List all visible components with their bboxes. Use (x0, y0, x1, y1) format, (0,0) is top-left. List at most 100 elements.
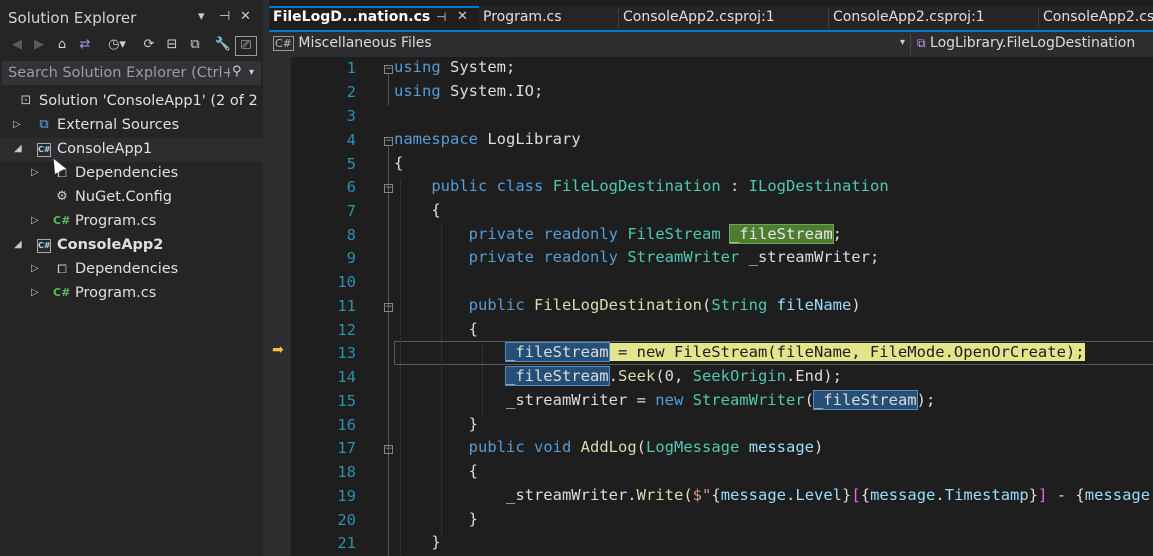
tree-item-consoleapp1[interactable]: ◢ C# ConsoleApp1 (0, 138, 263, 162)
line-number: 9 (346, 249, 356, 267)
tree-item-external-sources[interactable]: ▷ ⧉ External Sources (0, 114, 263, 138)
collapse-arrow-icon[interactable]: ◢ (14, 143, 22, 154)
forward-icon[interactable]: ▶ (30, 36, 48, 54)
search-icon[interactable]: ⚲ (232, 64, 242, 79)
indicator-margin[interactable] (269, 57, 291, 556)
line-number: 13 (337, 344, 356, 362)
code-line[interactable]: _streamWriter = new StreamWriter(_fileSt… (394, 390, 935, 410)
tab-filelogdestination[interactable]: FileLogD...nation.cs ⊣ ✕ (269, 6, 479, 30)
expand-arrow-icon[interactable]: ▷ (31, 215, 39, 226)
tab-label: ConsoleApp2.csproj:1 (833, 9, 985, 25)
csharp-project-icon: C# (37, 143, 51, 157)
chevron-down-icon[interactable]: ▾ (900, 37, 905, 48)
code-line[interactable]: { (394, 320, 478, 338)
expand-arrow-icon[interactable]: ▷ (31, 287, 39, 298)
tab-program-cs[interactable]: Program.cs (479, 6, 619, 30)
tree-item-label: Program.cs (75, 285, 157, 301)
line-number: 21 (337, 534, 356, 552)
collapse-all-icon[interactable]: ⊟ (163, 36, 181, 54)
tab-consoleapp2-csproj-2[interactable]: ConsoleApp2.csproj:1 (829, 6, 1039, 30)
code-line[interactable]: public class FileLogDestination : ILogDe… (394, 177, 888, 195)
code-line[interactable]: { (394, 154, 403, 172)
properties-wrench-icon[interactable]: 🔧 (214, 36, 232, 54)
collapse-outline-icon[interactable]: − (384, 137, 393, 146)
collapse-outline-icon[interactable]: − (384, 65, 393, 74)
navbar-divider (910, 34, 911, 55)
dependencies-icon: ⧠ (57, 262, 67, 276)
collapse-outline-icon[interactable]: − (384, 303, 393, 312)
code-line[interactable]: } (394, 510, 478, 528)
line-number: 17 (337, 439, 356, 457)
project-scope-dropdown[interactable]: C# Miscellaneous Files (273, 35, 432, 51)
tab-consoleapp2-csproj[interactable]: ConsoleApp2.csproj:1 (619, 6, 829, 30)
pin-tab-icon[interactable]: ⊣ (436, 10, 446, 24)
type-scope-dropdown[interactable]: ⧉ LogLibrary.FileLogDestination (917, 35, 1135, 51)
line-number: 7 (346, 202, 356, 220)
code-line[interactable]: _fileStream.Seek(0, SeekOrigin.End); (394, 366, 842, 386)
reference-highlight: _fileStream (504, 366, 610, 386)
search-input[interactable]: Search Solution Explorer (Ctrl+ê (8, 65, 230, 81)
tree-item-label: Dependencies (75, 165, 179, 181)
window-position-dropdown-icon[interactable]: ▾ (198, 9, 205, 24)
switch-views-icon[interactable]: ⇄ (76, 36, 94, 54)
line-number: 8 (346, 226, 356, 244)
tab-consoleapp2-cs[interactable]: ConsoleApp2.cs (1039, 6, 1153, 30)
tree-item-program-cs[interactable]: ▷ C# Program.cs (0, 210, 263, 234)
tree-item-label: Program.cs (75, 213, 157, 229)
code-line[interactable]: _streamWriter.Write($"{message.Level}[{m… (394, 486, 1153, 504)
tree-item-label: NuGet.Config (75, 189, 173, 205)
collapse-arrow-icon[interactable]: ◢ (14, 239, 22, 250)
outline-guide (388, 147, 389, 556)
line-number: 15 (337, 392, 356, 410)
pending-changes-filter-icon[interactable]: ◷▾ (106, 36, 128, 54)
solution-explorer-toolbar: ◀ ▶ ⌂ ⇄ ◷▾ ⟳ ⊟ ⧉ 🔧 ⎚ (0, 32, 263, 58)
tree-item-consoleapp2[interactable]: ◢ C# ConsoleApp2 (0, 234, 263, 258)
tree-item-dependencies[interactable]: ▷ ⧠ Dependencies (0, 162, 263, 186)
code-line[interactable]: namespace LogLibrary (394, 130, 581, 148)
tab-label: ConsoleApp2.csproj:1 (623, 9, 775, 25)
collapse-outline-icon[interactable]: − (384, 445, 393, 454)
code-line[interactable]: using System.IO; (394, 82, 543, 100)
tree-item-program-cs[interactable]: ▷ C# Program.cs (0, 282, 263, 306)
code-line[interactable]: _fileStream = new FileStream(fileName, F… (394, 342, 1085, 362)
tree-item-dependencies[interactable]: ▷ ⧠ Dependencies (0, 258, 263, 282)
code-line[interactable]: public FileLogDestination(String fileNam… (394, 296, 861, 314)
code-editor[interactable]: ➡ 1 2 3 4 5 6 7 8 9 10 11 12 13 14 15 16… (269, 57, 1153, 556)
expand-arrow-icon[interactable]: ▷ (31, 263, 39, 274)
collapse-outline-icon[interactable]: − (384, 184, 393, 193)
tree-item-label: ConsoleApp2 (57, 237, 164, 253)
expand-arrow-icon[interactable]: ▷ (13, 119, 21, 130)
line-number: 14 (337, 368, 356, 386)
code-line[interactable]: { (394, 201, 440, 219)
code-line[interactable]: { (394, 462, 478, 480)
editor-navigation-bar: C# Miscellaneous Files ▾ ⧉ LogLibrary.Fi… (269, 30, 1153, 59)
csharp-file-icon: C# (273, 36, 294, 51)
code-line[interactable]: private readonly FileStream _fileStream; (394, 224, 842, 244)
sync-refresh-icon[interactable]: ⟳ (140, 36, 158, 54)
line-number: 2 (346, 83, 356, 101)
search-options-dropdown-icon[interactable]: ▾ (249, 67, 254, 78)
code-line[interactable]: private readonly StreamWriter _streamWri… (394, 248, 880, 266)
home-icon[interactable]: ⌂ (53, 36, 71, 54)
solution-explorer-search[interactable]: Search Solution Explorer (Ctrl+ê ⚲ ▾ (2, 61, 261, 85)
tree-item-solution[interactable]: ⊡ Solution 'ConsoleApp1' (2 of 2 p (0, 90, 272, 114)
back-icon[interactable]: ◀ (8, 36, 26, 54)
external-sources-icon: ⧉ (39, 117, 49, 132)
code-line[interactable]: public void AddLog(LogMessage message) (394, 438, 824, 456)
pin-icon[interactable]: ⊣ (219, 9, 230, 24)
close-tab-icon[interactable]: ✕ (457, 9, 468, 24)
show-all-files-icon[interactable]: ⧉ (186, 36, 204, 54)
line-number: 4 (346, 131, 356, 149)
expand-arrow-icon[interactable]: ▷ (31, 167, 39, 178)
line-number: 16 (337, 416, 356, 434)
csharp-file-icon: C# (53, 214, 71, 227)
code-line[interactable]: using System; (394, 58, 515, 76)
line-number: 12 (337, 321, 356, 339)
preview-selected-items-icon[interactable]: ⎚ (235, 36, 257, 56)
code-line[interactable]: } (394, 533, 440, 551)
reference-highlight: _fileStream (504, 342, 610, 362)
code-line[interactable]: } (394, 415, 478, 433)
line-number: 18 (337, 463, 356, 481)
close-icon[interactable]: ✕ (240, 9, 251, 24)
tree-item-nuget-config[interactable]: ⚙ NuGet.Config (0, 186, 263, 210)
